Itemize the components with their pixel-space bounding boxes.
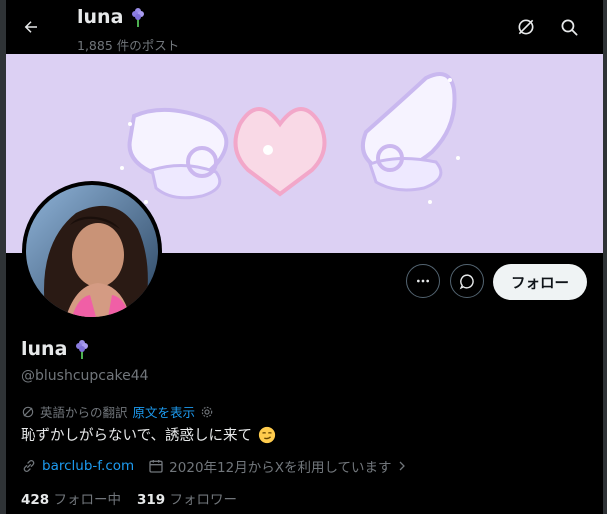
- hyacinth-emoji: [132, 8, 145, 27]
- message-button[interactable]: [450, 264, 484, 298]
- top-header: luna 1,885 件のポスト: [6, 0, 603, 54]
- following-count: 428: [21, 492, 50, 508]
- search-icon: [561, 19, 577, 35]
- settings-icon[interactable]: [200, 405, 214, 419]
- following-label: フォロー中: [53, 492, 121, 508]
- link-icon: [23, 460, 35, 472]
- translation-row: 英語からの翻訳 原文を表示: [21, 402, 214, 421]
- more-icon: [417, 279, 429, 283]
- grok-button[interactable]: [514, 15, 538, 39]
- right-wing-art: [361, 72, 460, 204]
- follow-stats: 428 フォロー中 319 フォロワー: [21, 488, 237, 508]
- followers-label: フォロワー: [169, 492, 237, 508]
- show-original-link[interactable]: 原文を表示: [133, 402, 196, 421]
- header-display-name: luna: [77, 6, 124, 28]
- joined-date: 2020年12月からXを利用しています: [169, 460, 392, 476]
- profile-bio: 恥ずかしがらないで、誘惑しに来て: [21, 424, 276, 445]
- following-stat[interactable]: 428 フォロー中: [21, 488, 121, 508]
- display-name: luna: [21, 338, 68, 360]
- chevron-right-icon[interactable]: [396, 460, 408, 472]
- heart-art: [233, 107, 327, 197]
- profile-meta: barclub-f.com 2020年12月からXを利用しています: [21, 456, 408, 476]
- website-link[interactable]: barclub-f.com: [42, 458, 134, 474]
- left-wing-art: [120, 107, 229, 204]
- profile-handle: @blushcupcake44: [21, 368, 149, 384]
- search-button[interactable]: [557, 15, 581, 39]
- grok-icon: [518, 19, 534, 35]
- more-button[interactable]: [406, 264, 440, 298]
- followers-count: 319: [136, 492, 166, 508]
- calendar-icon: [149, 460, 163, 473]
- profile-name: luna: [21, 338, 91, 360]
- follow-button[interactable]: フォロー: [493, 264, 587, 300]
- back-arrow-icon: [24, 21, 37, 33]
- translation-label: 英語からの翻訳: [40, 405, 128, 420]
- hyacinth-emoji: [76, 340, 89, 359]
- profile-avatar[interactable]: [22, 181, 162, 321]
- smirk-emoji: [258, 426, 276, 443]
- bio-text: 恥ずかしがらないで、誘惑しに来て: [21, 428, 252, 444]
- post-count: 1,885 件のポスト: [77, 38, 180, 53]
- window-frame-right: [603, 0, 607, 514]
- followers-stat[interactable]: 319 フォロワー: [137, 488, 237, 508]
- header-title: luna: [77, 6, 147, 28]
- back-button[interactable]: [18, 14, 44, 40]
- avatar-photo: [26, 185, 158, 317]
- translate-icon: [22, 406, 34, 417]
- message-icon: [459, 273, 474, 289]
